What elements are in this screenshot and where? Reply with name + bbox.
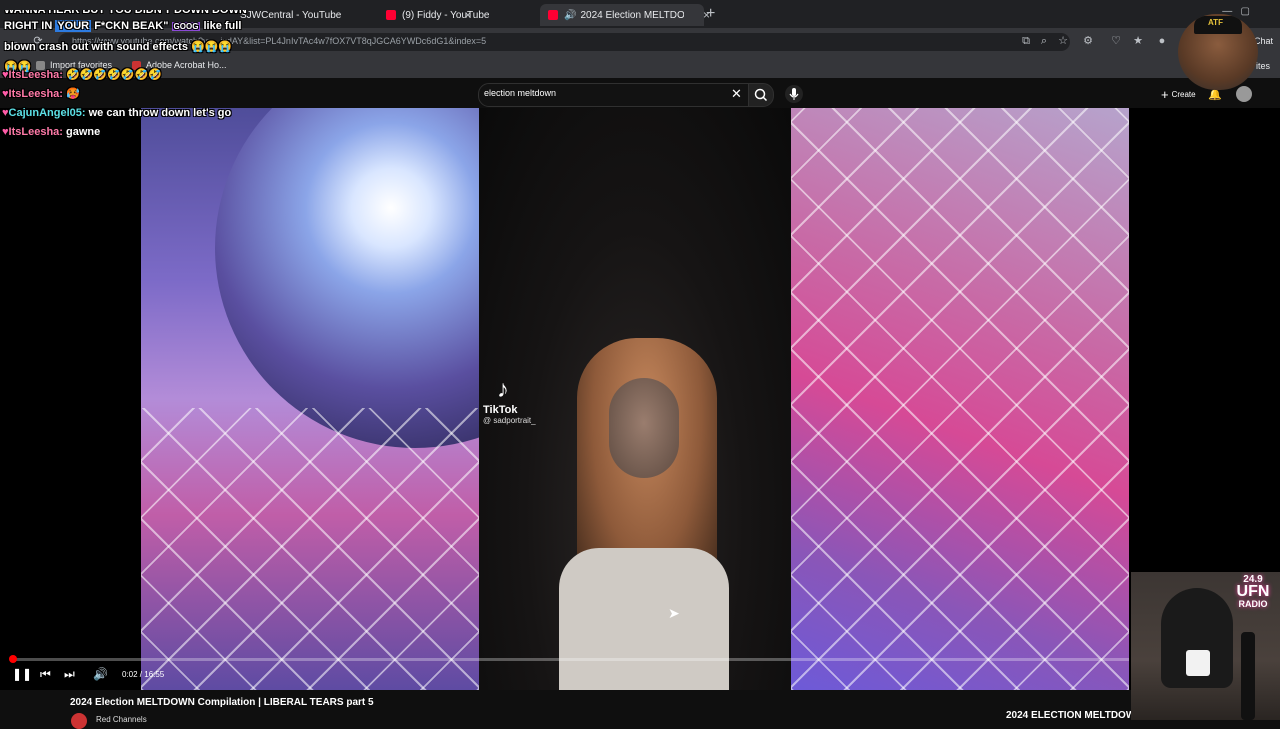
microphone-icon [789,88,799,100]
person-face [609,378,679,478]
chat-username: CajunAngel05: [8,107,86,119]
tiktok-icon: ♪ [497,376,509,403]
neon-grid-graphic [141,408,479,690]
video-center-frame: ♪ TikTok @ sadportrait_ [479,108,791,690]
search-query[interactable]: election meltdown [484,88,556,98]
microphone-arm [1241,632,1255,720]
planet-graphic [215,108,479,448]
neon-grid-graphic [791,108,1129,690]
alert-text: like full [203,20,242,32]
streamer-avatar-cam: ATF [1178,14,1258,90]
playlist-title[interactable]: 2024 ELECTION MELTDOWN [1006,710,1143,721]
chat-username: ItsLeesha: [8,88,63,100]
channel-avatar[interactable] [71,713,87,729]
video-right-blur-panel [791,108,1129,690]
stream-chat-overlay: ♥ItsLeesha: 🤣🤣🤣🤣🤣🤣🤣 ♥ItsLeesha: 🥵 ♥Cajun… [2,66,231,142]
youtube-icon [386,10,396,20]
chat-text: 🤣🤣🤣🤣🤣🤣🤣 [66,69,162,81]
previous-button[interactable]: ⏮ [40,667,51,682]
volume-icon[interactable]: 🔊 [93,667,108,681]
favorites-label: ites [1256,61,1271,71]
tiktok-brand: TikTok [483,404,518,416]
mouse-cursor-icon: ➤ [668,605,680,621]
chat-username: ItsLeesha: [8,126,63,138]
create-button[interactable]: + Create [1155,86,1202,102]
open-in-app-icon[interactable]: ⧉ [1020,35,1032,47]
voice-search-button[interactable] [785,85,803,103]
chat-text: gawne [66,126,101,138]
chat-message: ♥ItsLeesha: 🤣🤣🤣🤣🤣🤣🤣 [2,66,231,85]
create-label: Create [1171,89,1196,99]
alert-line: RIGHT IN YOUR F*CKN BEAK" GOOG like full [4,16,264,37]
alert-line: blown crash out with sound effects 😭😭😭 [4,41,233,53]
favorite-star-icon[interactable]: ☆ [1057,35,1069,47]
favorites-icon[interactable]: ★ [1132,35,1144,47]
tab-label: 2024 Election MELTDOWN Co [580,9,685,21]
alert-highlight: YOUR [55,20,92,32]
alert-text: RIGHT IN [4,20,53,32]
tab-election-meltdown[interactable]: 🔊 2024 Election MELTDOWN Co × [540,4,710,26]
search-button[interactable] [748,83,774,107]
chat-message: ♥ItsLeesha: 🥵 [2,85,231,104]
person-body [559,548,729,690]
ufn-radio-logo: 24.9 UFN RADIO [1227,574,1279,610]
plus-icon: + [1161,86,1169,102]
new-tab-button[interactable]: + [706,5,715,23]
next-button[interactable]: ⏭ [64,667,75,682]
scrubber-handle[interactable] [9,655,17,663]
speaker-icon: 🔊 [564,9,577,21]
streamer-webcam: 24.9 UFN RADIO [1131,572,1280,720]
chat-message: ♥ItsLeesha: gawne [2,123,231,142]
cap-logo: ATF [1208,18,1223,27]
chat-text: 🥵 [66,88,80,100]
time-display: 0:02 / 16:55 [122,670,165,679]
progress-bar[interactable] [10,658,1129,661]
radio-name: UFN [1236,583,1270,600]
extensions-icon[interactable]: ⚙ [1082,35,1094,47]
alert-text: F*CKN BEAK" [94,20,169,32]
pause-button[interactable]: ❚❚ [12,667,32,681]
tab-label: (9) Fiddy - YouTube [402,9,490,21]
chat-username: ItsLeesha: [8,69,63,81]
youtube-icon [548,10,558,20]
tab-fiddy[interactable]: (9) Fiddy - YouTube × [386,4,553,26]
chat-text: we can throw down let's go [88,107,232,119]
coffee-mug [1186,650,1210,676]
chat-message: ♥CajunAngel05: we can throw down let's g… [2,104,231,123]
zoom-icon[interactable]: ⌕ [1038,35,1050,47]
clear-search-icon[interactable]: ✕ [731,86,742,102]
radio-suffix: RADIO [1238,599,1268,609]
tiktok-username: @ sadportrait_ [483,416,536,425]
account-avatar[interactable] [1236,86,1252,102]
alert-highlight: GOOG [171,22,201,31]
video-title: 2024 Election MELTDOWN Compilation | LIB… [70,697,374,708]
search-icon [754,88,768,102]
browser-essentials-icon[interactable]: ♡ [1110,35,1122,47]
tiktok-watermark: ♪ TikTok @ sadportrait_ [483,376,543,425]
video-left-blur-panel [141,108,479,690]
profile-icon[interactable]: ● [1156,35,1168,47]
